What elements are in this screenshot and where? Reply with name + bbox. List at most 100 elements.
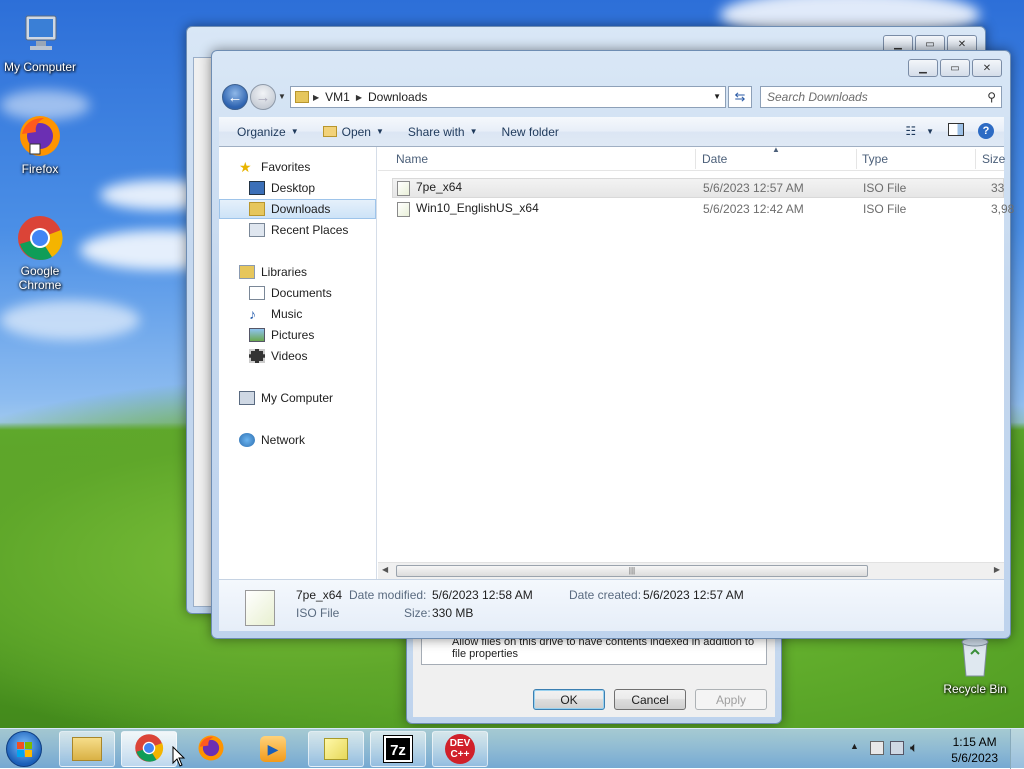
column-name[interactable]: Name <box>396 152 428 166</box>
navigation-pane: ★ Favorites Desktop Downloads Recent Plac… <box>219 147 377 579</box>
sort-arrow-icon: ▲ <box>772 145 780 154</box>
breadcrumb-vm1[interactable]: VM1 <box>319 90 356 104</box>
windows-logo-icon <box>17 742 33 758</box>
new-folder-label: New folder <box>501 124 559 139</box>
nav-music[interactable]: ♪ Music <box>219 304 376 324</box>
file-row[interactable]: 7pe_x64 5/6/2023 12:57 AM ISO File 33 <box>392 178 1004 198</box>
action-center-icon[interactable] <box>870 741 884 755</box>
media-player-icon: ▶ <box>260 736 286 762</box>
column-separator[interactable] <box>695 149 696 169</box>
refresh-button[interactable]: ⇆ <box>728 86 752 108</box>
chrome-icon <box>16 214 64 262</box>
column-separator[interactable] <box>975 149 976 169</box>
address-bar[interactable]: ▶ VM1 ▶ Downloads ▼ <box>290 86 726 108</box>
desktop-icon-label: Firefox <box>21 162 59 176</box>
nav-favorites[interactable]: ★ Favorites <box>219 157 376 177</box>
close-button[interactable]: ✕ <box>972 59 1002 77</box>
refresh-icon: ⇆ <box>734 89 746 104</box>
details-view-icon: ☷ <box>905 124 917 138</box>
system-tray: ▲ 🔈︎ 1:15 AM 5/6/2023 <box>834 729 1024 769</box>
clock-time: 1:15 AM <box>952 735 997 749</box>
taskbar-devcpp[interactable]: DEV C++ <box>432 731 488 767</box>
help-icon[interactable]: ? <box>978 123 994 139</box>
start-button[interactable] <box>6 731 42 767</box>
nav-libraries[interactable]: Libraries <box>219 262 376 282</box>
nav-videos[interactable]: Videos <box>219 346 376 366</box>
column-separator[interactable] <box>856 149 857 169</box>
taskbar-media-player[interactable]: ▶ <box>245 731 301 767</box>
new-folder-button[interactable]: New folder <box>490 125 571 139</box>
horizontal-scrollbar[interactable]: ◀ ||| ▶ <box>378 562 1004 579</box>
folder-icon <box>295 91 309 103</box>
share-with-menu[interactable]: Share with ▼ <box>396 125 490 139</box>
volume-icon[interactable]: 🔈︎ <box>910 739 918 756</box>
desktop-icon-firefox[interactable]: Firefox <box>0 112 80 176</box>
column-type[interactable]: Type <box>862 152 888 166</box>
nav-network[interactable]: Network <box>219 430 376 450</box>
nav-downloads[interactable]: Downloads <box>219 199 376 219</box>
scrollbar-thumb[interactable]: ||| <box>396 565 868 577</box>
breadcrumb-downloads[interactable]: Downloads <box>362 90 433 104</box>
scroll-left-icon[interactable]: ◀ <box>382 565 388 574</box>
taskbar-sticky-notes[interactable] <box>308 731 364 767</box>
cancel-button[interactable]: Cancel <box>614 689 686 710</box>
computer-icon <box>16 10 64 58</box>
index-option-label: Allow files on this drive to have conten… <box>452 636 755 660</box>
show-desktop-button[interactable] <box>1010 729 1024 769</box>
toolbar-right-controls: ☷ ▼ ? <box>905 123 994 139</box>
recent-places-icon <box>249 223 265 237</box>
details-date-modified-label: Date modified: <box>349 588 427 602</box>
back-button[interactable]: ← <box>222 84 248 110</box>
column-size[interactable]: Size <box>982 152 1005 166</box>
maximize-button[interactable]: ▭ <box>940 59 970 77</box>
open-menu[interactable]: Open ▼ <box>311 125 396 139</box>
ok-button[interactable]: OK <box>533 689 605 710</box>
chevron-down-icon: ▼ <box>375 127 384 136</box>
chrome-icon <box>134 733 164 766</box>
scroll-right-icon[interactable]: ▶ <box>994 565 1000 574</box>
nav-recent-places[interactable]: Recent Places <box>219 220 376 240</box>
nav-videos-label: Videos <box>271 349 308 363</box>
forward-button[interactable]: → <box>250 84 276 110</box>
windows-explorer-icon <box>72 737 102 761</box>
clock[interactable]: 1:15 AM 5/6/2023 <box>951 734 998 766</box>
view-options-button[interactable]: ☷ ▼ <box>905 124 934 138</box>
firefox-icon <box>16 112 64 160</box>
downloads-folder-icon <box>249 202 265 216</box>
minimize-button[interactable]: ▁ <box>908 59 938 77</box>
desktop-icon-google-chrome[interactable]: Google Chrome <box>0 214 80 292</box>
preview-pane-button[interactable] <box>948 123 964 139</box>
nav-pictures[interactable]: Pictures <box>219 325 376 345</box>
column-date[interactable]: Date <box>702 152 727 166</box>
nav-desktop[interactable]: Desktop <box>219 178 376 198</box>
sticky-notes-icon <box>324 738 348 760</box>
computer-icon <box>239 391 255 405</box>
nav-documents[interactable]: Documents <box>219 283 376 303</box>
organize-menu[interactable]: Organize ▼ <box>219 125 311 139</box>
chevron-down-icon: ▼ <box>290 127 299 136</box>
music-icon: ♪ <box>249 306 256 322</box>
arrow-right-icon: → <box>255 88 271 106</box>
taskbar-7zip[interactable]: 7z <box>370 731 426 767</box>
taskbar-firefox[interactable] <box>183 731 239 767</box>
taskbar-chrome[interactable] <box>121 731 177 767</box>
arrow-left-icon: ← <box>227 88 243 106</box>
desktop-icon-my-computer[interactable]: My Computer <box>0 10 80 74</box>
taskbar-explorer[interactable] <box>59 731 115 767</box>
recent-pages-dropdown[interactable]: ▼ <box>278 92 286 101</box>
file-dialog-window[interactable]: ▁ ▭ ✕ ← → ▼ ▶ VM1 ▶ Downloads ▼ ⇆ Search… <box>211 50 1014 639</box>
organize-label: Organize <box>237 124 286 139</box>
show-hidden-icons-button[interactable]: ▲ <box>850 741 859 751</box>
file-row[interactable]: Win10_EnglishUS_x64 5/6/2023 12:42 AM IS… <box>392 199 1014 219</box>
nav-documents-label: Documents <box>271 286 332 300</box>
libraries-icon <box>239 265 255 279</box>
file-name-cell: Win10_EnglishUS_x64 <box>397 201 539 217</box>
clock-date: 5/6/2023 <box>951 751 998 765</box>
desktop-icon-recycle-bin[interactable]: Recycle Bin <box>935 634 1015 696</box>
apply-button[interactable]: Apply <box>695 689 767 710</box>
command-toolbar: Organize ▼ Open ▼ Share with ▼ New folder ☷… <box>219 117 1004 147</box>
network-status-icon[interactable] <box>890 741 904 755</box>
chevron-down-icon[interactable]: ▼ <box>713 92 721 101</box>
nav-my-computer[interactable]: My Computer <box>219 388 376 408</box>
search-input[interactable]: Search Downloads ⚲ <box>760 86 1002 108</box>
